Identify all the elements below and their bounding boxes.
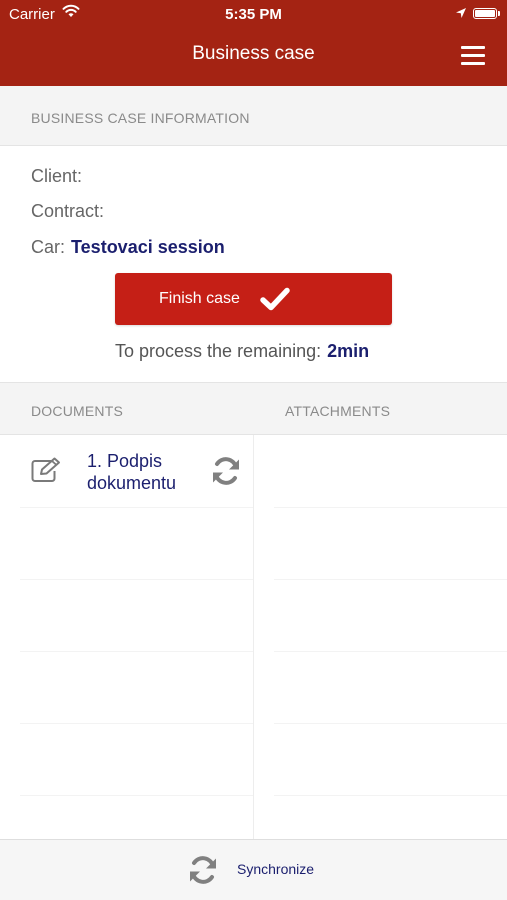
- finish-case-label: Finish case: [159, 290, 240, 307]
- tab-attachments[interactable]: ATTACHMENTS: [285, 403, 390, 419]
- list-separator: [20, 723, 253, 724]
- list-separator: [274, 579, 507, 580]
- list-separator: [274, 651, 507, 652]
- list-separator: [274, 507, 507, 508]
- checkmark-icon: [260, 287, 290, 316]
- contract-label: Contract:: [31, 201, 105, 221]
- list-separator: [20, 507, 253, 508]
- clock: 5:35 PM: [225, 6, 282, 23]
- edit-icon: [31, 457, 63, 488]
- list-separator: [20, 795, 253, 796]
- tab-documents[interactable]: DOCUMENTS: [31, 403, 123, 419]
- column-divider: [253, 435, 254, 839]
- hamburger-menu-icon[interactable]: [461, 46, 485, 66]
- client-row: Client:: [31, 166, 88, 187]
- car-label: Car:: [31, 237, 66, 257]
- car-row: Car: Testovaci session: [31, 237, 225, 258]
- sync-icon[interactable]: [210, 455, 242, 492]
- top-bar: Carrier 5:35 PM Business case: [0, 0, 507, 86]
- business-case-info-header: BUSINESS CASE INFORMATION: [0, 86, 507, 146]
- list-separator: [274, 795, 507, 796]
- synchronize-label: Synchronize: [237, 861, 315, 877]
- contract-row: Contract:: [31, 201, 110, 222]
- battery-icon: [473, 8, 500, 19]
- remaining-time: To process the remaining: 2min: [115, 341, 369, 362]
- client-label: Client:: [31, 166, 83, 186]
- page-title: Business case: [192, 43, 315, 64]
- synchronize-button[interactable]: Synchronize: [0, 839, 507, 900]
- remaining-label: To process the remaining:: [115, 341, 322, 361]
- list-separator: [20, 579, 253, 580]
- list-separator: [20, 651, 253, 652]
- section-title: BUSINESS CASE INFORMATION: [31, 110, 250, 126]
- documents-attachments-header: DOCUMENTS ATTACHMENTS: [0, 382, 507, 435]
- list-separator: [274, 723, 507, 724]
- document-list-item[interactable]: 1. Podpis dokumentu: [0, 435, 253, 507]
- remaining-value: 2min: [327, 341, 370, 361]
- car-value: Testovaci session: [71, 237, 225, 257]
- location-arrow-icon: [455, 6, 467, 24]
- finish-case-button[interactable]: Finish case: [115, 273, 392, 325]
- status-bar: Carrier 5:35 PM: [0, 0, 507, 28]
- sync-icon: [187, 854, 219, 891]
- document-title: 1. Podpis dokumentu: [87, 451, 177, 493]
